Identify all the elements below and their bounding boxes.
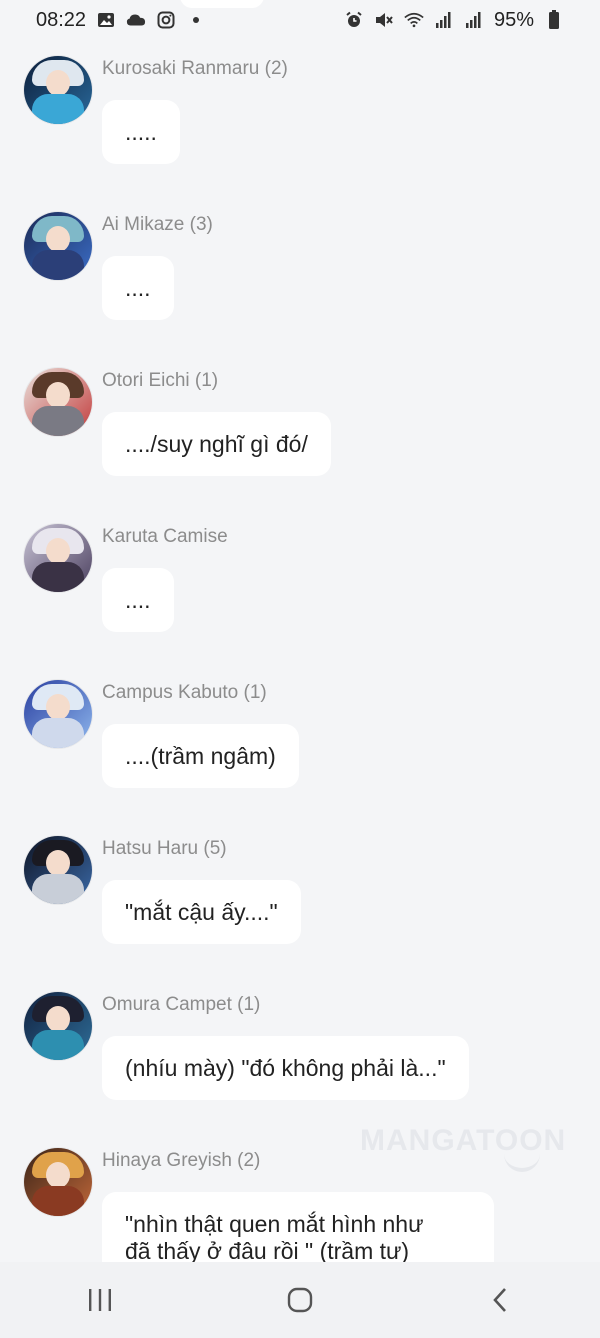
dot-icon <box>186 10 206 30</box>
signal-icon <box>434 10 454 30</box>
sender-name: Karuta Camise <box>102 526 228 547</box>
battery-percent: 95% <box>493 8 534 31</box>
avatar[interactable] <box>24 680 92 748</box>
message-text: ....(trầm ngâm) <box>125 743 276 769</box>
avatar[interactable] <box>24 212 92 280</box>
avatar[interactable] <box>24 836 92 904</box>
sender-name: Kurosaki Ranmaru (2) <box>102 58 288 79</box>
message-text: "mắt cậu ấy...." <box>125 899 278 925</box>
alarm-icon <box>344 10 364 30</box>
mute-icon <box>374 10 394 30</box>
message-text: .... <box>125 587 151 613</box>
message-text: (nhíu mày) "đó không phải là..." <box>125 1055 446 1081</box>
instagram-icon <box>156 10 176 30</box>
back-icon[interactable] <box>460 1270 540 1330</box>
sender-name: Omura Campet (1) <box>102 994 261 1015</box>
battery-icon <box>544 10 564 30</box>
message-text: "nhìn thật quen mắt hình như <box>125 1211 424 1237</box>
image-icon <box>96 10 116 30</box>
sender-name: Campus Kabuto (1) <box>102 682 267 703</box>
message-bubble[interactable]: "mắt cậu ấy...." <box>102 880 301 944</box>
message-text: .... <box>125 275 151 301</box>
status-time: 08:22 <box>36 8 87 31</box>
recent-apps-icon[interactable] <box>60 1270 140 1330</box>
watermark-smile-icon <box>504 1150 540 1172</box>
message-bubble[interactable]: ..... <box>102 100 180 164</box>
avatar[interactable] <box>24 992 92 1060</box>
cloud-icon <box>126 10 146 30</box>
message-bubble[interactable]: ..../suy nghĩ gì đó/ <box>102 412 331 476</box>
home-icon[interactable] <box>260 1270 340 1330</box>
message-bubble[interactable]: .... <box>102 568 174 632</box>
signal-icon <box>464 10 484 30</box>
avatar[interactable] <box>24 524 92 592</box>
sender-name: Ai Mikaze (3) <box>102 214 213 235</box>
message-text: đã thấy ở đâu rồi " (trầm tư) <box>125 1238 410 1264</box>
status-bar: 08:22 95% <box>0 0 600 40</box>
sender-name: Hatsu Haru (5) <box>102 838 227 859</box>
message-bubble[interactable]: (nhíu mày) "đó không phải là..." <box>102 1036 469 1100</box>
sender-name: Hinaya Greyish (2) <box>102 1150 261 1171</box>
message-bubble[interactable]: .... <box>102 256 174 320</box>
navigation-bar <box>0 1262 600 1338</box>
avatar[interactable] <box>24 56 92 124</box>
sender-name: Otori Eichi (1) <box>102 370 219 391</box>
avatar[interactable] <box>24 368 92 436</box>
message-text: ..... <box>125 119 157 145</box>
message-bubble[interactable]: ....(trầm ngâm) <box>102 724 299 788</box>
message-text: ..../suy nghĩ gì đó/ <box>125 431 308 457</box>
avatar[interactable] <box>24 1148 92 1216</box>
wifi-icon <box>404 10 424 30</box>
